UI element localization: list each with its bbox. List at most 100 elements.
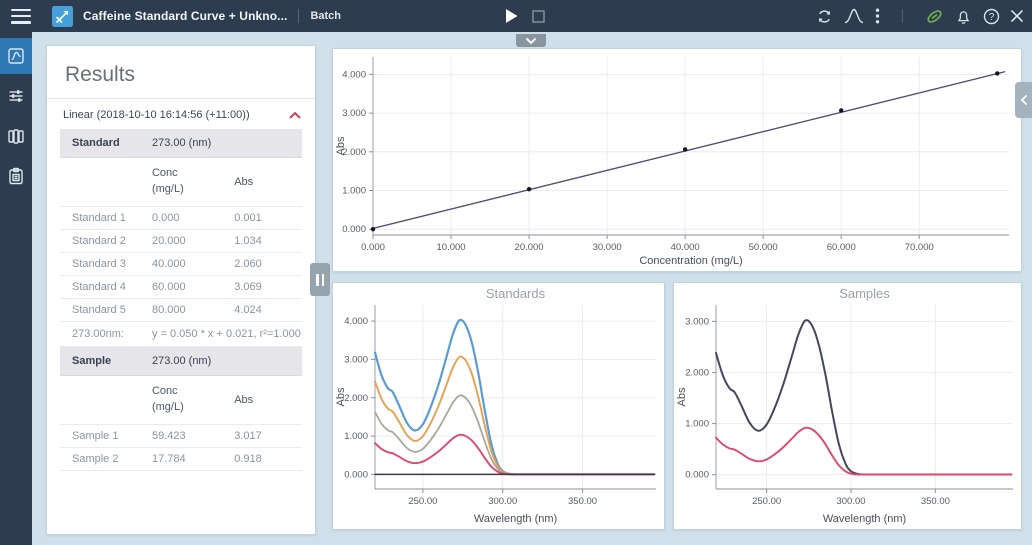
samples-spectra-chart[interactable]: 250.00300.00350.000.0001.0002.0003.000Wa… — [674, 283, 1021, 529]
sidebar-item-settings[interactable] — [0, 78, 32, 114]
sidebar-item-layout[interactable] — [0, 118, 32, 154]
svg-text:60.000: 60.000 — [827, 242, 856, 253]
svg-text:Concentration (mg/L): Concentration (mg/L) — [639, 255, 742, 267]
panel-splitter-handle[interactable] — [310, 263, 330, 296]
svg-text:Wavelength (nm): Wavelength (nm) — [823, 513, 906, 525]
mode-label: Batch — [310, 10, 341, 22]
svg-text:0.000: 0.000 — [342, 224, 366, 235]
svg-text:0.000: 0.000 — [685, 470, 709, 481]
title-divider — [298, 9, 299, 23]
table-cell: 60.000 — [152, 276, 234, 298]
standard-rows: Standard 10.0000.001Standard 220.0001.03… — [60, 207, 302, 322]
table-cell: Sample 2 — [60, 448, 152, 470]
svg-text:70.000: 70.000 — [905, 242, 934, 253]
collapse-right-button[interactable] — [1015, 82, 1032, 118]
svg-text:50.000: 50.000 — [749, 242, 778, 253]
standard-group-header: Standard 273.00 (nm) — [60, 129, 302, 158]
group-label: Standard — [60, 129, 152, 157]
svg-text:3.000: 3.000 — [685, 316, 709, 327]
sync-icon[interactable] — [816, 8, 833, 25]
table-cell: Standard 3 — [60, 253, 152, 275]
fit-equation: y = 0.050 * x + 0.021, r²=1.000 — [152, 322, 302, 346]
chevron-down-icon — [525, 37, 537, 45]
svg-text:4.000: 4.000 — [344, 316, 368, 327]
table-cell: Standard 2 — [60, 230, 152, 252]
fit-wavelength-label: 273.00nm: — [60, 322, 152, 346]
notifications-bell-icon[interactable] — [955, 8, 972, 25]
standards-spectra-chart[interactable]: 250.00300.00350.000.0001.0002.0003.0004.… — [333, 283, 664, 529]
calibration-chart[interactable]: 0.00010.00020.00030.00040.00050.00060.00… — [333, 49, 1021, 271]
svg-text:250.00: 250.00 — [408, 496, 437, 507]
sample-rows: Sample 159.4233.017Sample 217.7840.918 — [60, 425, 302, 471]
clipboard-report-icon — [7, 167, 25, 185]
table-cell: 40.000 — [152, 253, 234, 275]
svg-text:3.000: 3.000 — [344, 354, 368, 365]
svg-text:Standards: Standards — [486, 286, 546, 301]
sliders-icon — [7, 87, 25, 105]
svg-text:4.000: 4.000 — [342, 69, 366, 80]
table-row[interactable]: Sample 159.4233.017 — [60, 425, 302, 448]
sidebar-item-results[interactable] — [0, 38, 32, 74]
svg-text:2.000: 2.000 — [685, 367, 709, 378]
instrument-link-icon[interactable] — [925, 8, 944, 25]
svg-text:10.000: 10.000 — [437, 242, 466, 253]
peak-tools-icon[interactable] — [844, 8, 864, 24]
chevron-left-icon — [1020, 94, 1028, 106]
svg-text:350.00: 350.00 — [568, 496, 597, 507]
table-row[interactable]: Standard 340.0002.060 — [60, 253, 302, 276]
svg-text:Abs: Abs — [335, 136, 347, 155]
table-cell: 0.918 — [234, 448, 302, 470]
results-chart-icon — [7, 47, 25, 65]
table-cell: 20.000 — [152, 230, 234, 252]
svg-text:40.000: 40.000 — [671, 242, 700, 253]
table-cell: 3.017 — [234, 425, 302, 447]
table-cell: 80.000 — [152, 299, 234, 321]
samples-spectra-panel: 250.00300.00350.000.0001.0002.0003.000Wa… — [673, 282, 1022, 530]
svg-text:1.000: 1.000 — [344, 431, 368, 442]
svg-text:300.00: 300.00 — [488, 496, 517, 507]
table-row[interactable]: Standard 220.0001.034 — [60, 230, 302, 253]
panels-icon — [7, 127, 25, 145]
svg-text:Abs: Abs — [335, 387, 347, 406]
table-cell: 3.069 — [234, 276, 302, 298]
play-button[interactable] — [506, 9, 518, 23]
stop-button[interactable] — [532, 10, 545, 23]
svg-text:250.00: 250.00 — [752, 496, 781, 507]
table-row[interactable]: Standard 460.0003.069 — [60, 276, 302, 299]
table-cell: Sample 1 — [60, 425, 152, 447]
group-wavelength: 273.00 (nm) — [152, 132, 234, 154]
linear-section-header[interactable]: Linear (2018-10-10 16:14:56 (+11:00)) — [47, 99, 315, 129]
svg-text:0.000: 0.000 — [361, 242, 385, 253]
help-icon[interactable]: ? — [983, 8, 1000, 25]
toolbar-divider — [902, 9, 903, 23]
svg-text:0.000: 0.000 — [344, 469, 368, 480]
fit-equation-row: 273.00nm: y = 0.050 * x + 0.021, r²=1.00… — [60, 322, 302, 347]
table-row[interactable]: Standard 10.0000.001 — [60, 207, 302, 230]
svg-text:1.000: 1.000 — [685, 419, 709, 430]
calibration-chart-panel: 0.00010.00020.00030.00040.00050.00060.00… — [332, 48, 1022, 272]
main-content: Results Linear (2018-10-10 16:14:56 (+11… — [32, 32, 1032, 545]
conc-column-header: Conc (mg/L) — [152, 379, 234, 421]
collapse-top-tab[interactable] — [516, 34, 546, 47]
svg-text:3.000: 3.000 — [342, 108, 366, 119]
table-cell: Standard 4 — [60, 276, 152, 298]
sample-columns-header: Conc (mg/L) Abs — [60, 376, 302, 425]
sidebar-item-report[interactable] — [0, 158, 32, 194]
sidebar — [0, 32, 32, 545]
table-cell: Standard 1 — [60, 207, 152, 229]
standard-columns-header: Conc (mg/L) Abs — [60, 158, 302, 207]
svg-text:?: ? — [989, 12, 995, 23]
close-icon[interactable] — [1011, 10, 1023, 22]
app-logo-icon — [52, 6, 73, 27]
menu-icon[interactable] — [11, 9, 31, 24]
table-row[interactable]: Standard 580.0004.024 — [60, 299, 302, 322]
sample-group-header: Sample 273.00 (nm) — [60, 347, 302, 376]
linear-section-label: Linear (2018-10-10 16:14:56 (+11:00)) — [63, 109, 250, 121]
abs-column-header: Abs — [234, 171, 302, 193]
more-options-icon[interactable] — [875, 8, 880, 24]
table-cell: Standard 5 — [60, 299, 152, 321]
top-bar: Caffeine Standard Curve + Unkno... Batch — [0, 0, 1032, 32]
table-cell: 0.001 — [234, 207, 302, 229]
chevron-up-icon — [289, 112, 301, 119]
table-row[interactable]: Sample 217.7840.918 — [60, 448, 302, 471]
